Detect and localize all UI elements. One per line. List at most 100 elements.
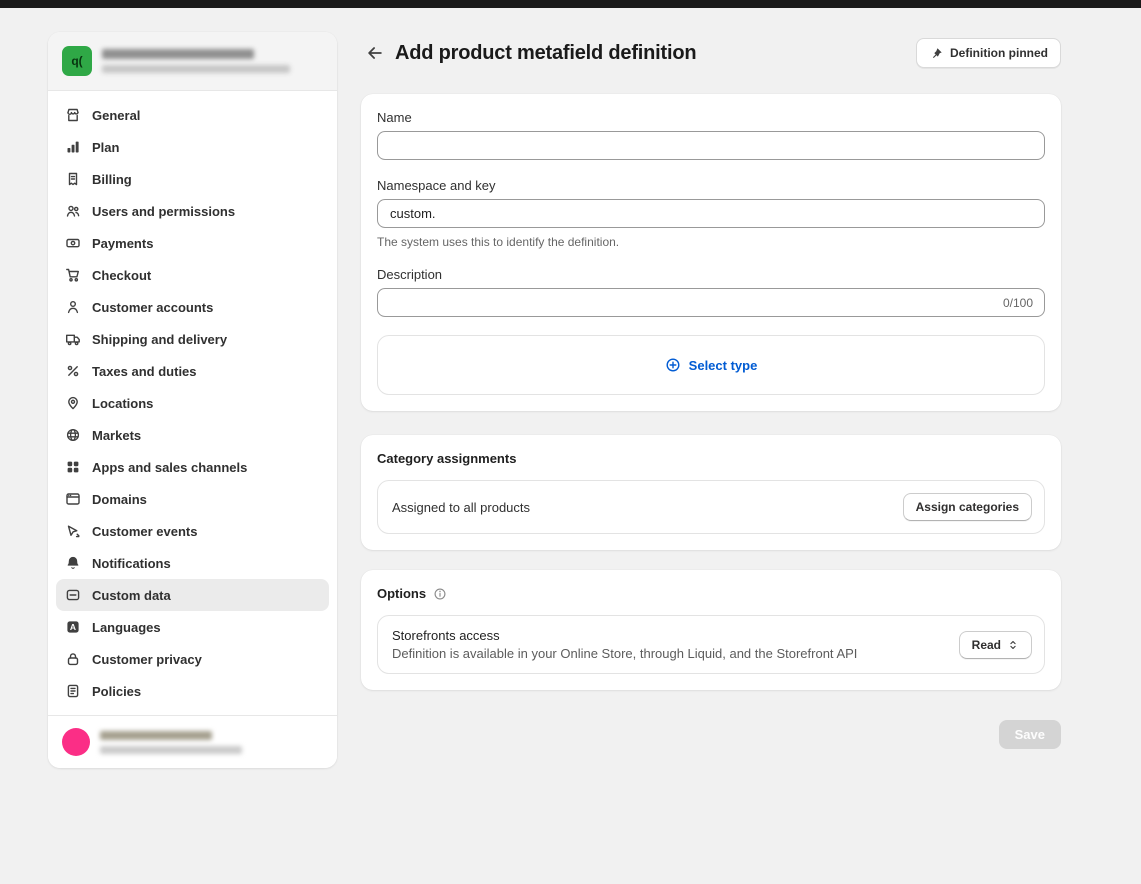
bar-chart-icon xyxy=(64,138,82,156)
assigned-to-text: Assigned to all products xyxy=(392,500,530,515)
namespace-field-group: Namespace and key The system uses this t… xyxy=(377,178,1045,249)
person-icon xyxy=(64,298,82,316)
assign-categories-button[interactable]: Assign categories xyxy=(903,493,1032,521)
definition-pinned-label: Definition pinned xyxy=(950,46,1048,60)
select-type-container: Select type xyxy=(377,335,1045,395)
sidebar-item-general[interactable]: General xyxy=(56,99,329,131)
category-assignment-row: Assigned to all products Assign categori… xyxy=(377,480,1045,534)
store-info xyxy=(102,49,290,73)
translate-icon: A xyxy=(64,618,82,636)
select-type-label: Select type xyxy=(689,358,758,373)
browser-icon xyxy=(64,490,82,508)
store-email-redacted xyxy=(102,65,290,73)
save-button[interactable]: Save xyxy=(999,720,1061,749)
document-icon xyxy=(64,682,82,700)
sidebar-item-label: Plan xyxy=(92,140,119,155)
sidebar-item-policies[interactable]: Policies xyxy=(56,675,329,707)
sidebar-item-label: Locations xyxy=(92,396,153,411)
definition-pinned-button[interactable]: Definition pinned xyxy=(916,38,1061,68)
name-label: Name xyxy=(377,110,1045,125)
options-card-title: Options xyxy=(377,586,426,601)
sidebar-item-label: Checkout xyxy=(92,268,151,283)
top-bar xyxy=(0,0,1141,8)
page-header: Add product metafield definition Definit… xyxy=(361,38,1061,68)
store-header: q( xyxy=(48,32,337,91)
map-pin-icon xyxy=(64,394,82,412)
banknote-icon xyxy=(64,234,82,252)
sidebar-item-label: Taxes and duties xyxy=(92,364,197,379)
sidebar-item-label: General xyxy=(92,108,140,123)
storefronts-access-select[interactable]: Read xyxy=(959,631,1032,659)
storefronts-access-value: Read xyxy=(972,638,1001,652)
sidebar-item-label: Shipping and delivery xyxy=(92,332,227,347)
sidebar-item-label: Markets xyxy=(92,428,141,443)
sidebar-item-label: Customer privacy xyxy=(92,652,202,667)
percent-icon xyxy=(64,362,82,380)
globe-icon xyxy=(64,426,82,444)
sidebar-item-customer-accounts[interactable]: Customer accounts xyxy=(56,291,329,323)
sidebar-item-label: Custom data xyxy=(92,588,171,603)
truck-icon xyxy=(64,330,82,348)
description-input[interactable] xyxy=(377,288,1045,317)
cursor-icon xyxy=(64,522,82,540)
definition-form-card: Name Namespace and key The system uses t… xyxy=(361,94,1061,411)
page-title: Add product metafield definition xyxy=(395,42,696,65)
pin-icon xyxy=(929,46,943,60)
select-type-button[interactable]: Select type xyxy=(665,357,758,373)
sidebar-item-apps-sales-channels[interactable]: Apps and sales channels xyxy=(56,451,329,483)
arrow-left-icon xyxy=(366,44,384,62)
description-field-group: Description 0/100 xyxy=(377,267,1045,317)
sidebar-item-billing[interactable]: Billing xyxy=(56,163,329,195)
app-grid-icon xyxy=(64,458,82,476)
sidebar-item-taxes-duties[interactable]: Taxes and duties xyxy=(56,355,329,387)
user-name-redacted xyxy=(100,731,212,740)
sidebar-item-checkout[interactable]: Checkout xyxy=(56,259,329,291)
sidebar-item-payments[interactable]: Payments xyxy=(56,227,329,259)
sidebar-item-label: Policies xyxy=(92,684,141,699)
sidebar-item-customer-events[interactable]: Customer events xyxy=(56,515,329,547)
storefront-icon xyxy=(64,106,82,124)
lock-icon xyxy=(64,650,82,668)
sidebar-item-plan[interactable]: Plan xyxy=(56,131,329,163)
footer-actions: Save xyxy=(361,720,1061,789)
sidebar-item-languages[interactable]: A Languages xyxy=(56,611,329,643)
name-input[interactable] xyxy=(377,131,1045,160)
sidebar-item-label: Languages xyxy=(92,620,161,635)
store-name-redacted xyxy=(102,49,254,59)
user-footer[interactable] xyxy=(48,715,337,768)
settings-layout: q( General Plan xyxy=(0,8,1141,789)
main-content: Add product metafield definition Definit… xyxy=(361,32,1061,789)
user-info xyxy=(100,731,242,754)
sidebar-item-label: Payments xyxy=(92,236,153,251)
store-avatar: q( xyxy=(62,46,92,76)
sidebar-item-label: Apps and sales channels xyxy=(92,460,247,475)
sidebar-item-shipping-delivery[interactable]: Shipping and delivery xyxy=(56,323,329,355)
info-icon[interactable] xyxy=(432,586,447,601)
receipt-icon xyxy=(64,170,82,188)
sidebar-item-customer-privacy[interactable]: Customer privacy xyxy=(56,643,329,675)
sidebar-item-label: Customer accounts xyxy=(92,300,213,315)
storefronts-access-row: Storefronts access Definition is availab… xyxy=(377,615,1045,674)
sidebar-item-markets[interactable]: Markets xyxy=(56,419,329,451)
plus-circle-icon xyxy=(665,357,681,373)
sidebar-item-notifications[interactable]: Notifications xyxy=(56,547,329,579)
user-email-redacted xyxy=(100,746,242,754)
sidebar-item-locations[interactable]: Locations xyxy=(56,387,329,419)
svg-text:A: A xyxy=(70,622,76,632)
sidebar-item-label: Users and permissions xyxy=(92,204,235,219)
sidebar-item-custom-data[interactable]: Custom data xyxy=(56,579,329,611)
chevron-updown-icon xyxy=(1007,638,1019,652)
sidebar-item-label: Billing xyxy=(92,172,132,187)
bell-icon xyxy=(64,554,82,572)
sidebar-item-users-permissions[interactable]: Users and permissions xyxy=(56,195,329,227)
sidebar-item-label: Notifications xyxy=(92,556,171,571)
name-field-group: Name xyxy=(377,110,1045,160)
cart-icon xyxy=(64,266,82,284)
settings-nav: General Plan Billing Users and permissio… xyxy=(48,91,337,715)
namespace-key-input[interactable] xyxy=(377,199,1045,228)
storefronts-access-description: Definition is available in your Online S… xyxy=(392,646,857,661)
back-button[interactable] xyxy=(361,39,389,67)
sidebar-item-domains[interactable]: Domains xyxy=(56,483,329,515)
namespace-label: Namespace and key xyxy=(377,178,1045,193)
settings-sidebar: q( General Plan xyxy=(48,32,337,768)
